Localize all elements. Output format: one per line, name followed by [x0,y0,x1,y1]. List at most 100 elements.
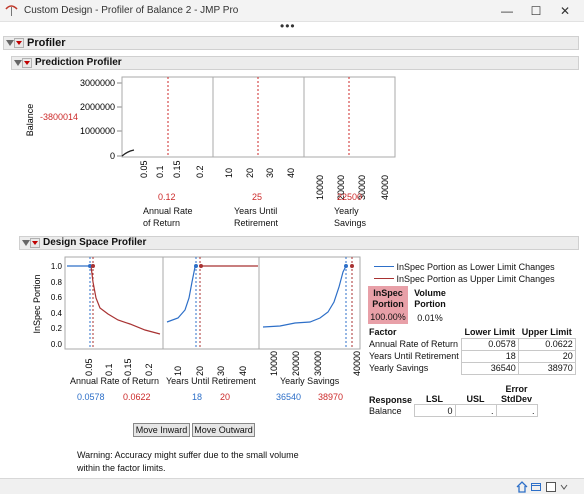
ds-years-lower-handle[interactable] [194,264,198,268]
pp-x-tick: 10000 [315,175,325,200]
pp-rate-label-2: of Return [143,218,181,228]
red-triangle-menu-icon[interactable] [22,58,32,68]
pp-savings-current[interactable]: 22500 [337,192,362,202]
disclosure-icon[interactable] [14,60,22,66]
pp-rate-current[interactable]: 0.12 [158,192,176,202]
pp-y-tick: 2000000 [80,102,115,112]
table-row: Annual Rate of Return 0.0578 0.0622 [367,337,576,351]
usl-cell[interactable]: . [454,404,497,417]
menu-dots-icon[interactable]: ••• [280,19,296,33]
lower-limit-cell[interactable]: 18 [460,349,519,363]
ds-savings-lower[interactable]: 36540 [276,392,301,402]
window-title: Custom Design - Profiler of Balance 2 - … [24,5,239,16]
ds-rate-upper[interactable]: 0.0622 [123,392,151,402]
error-header: Error [505,384,528,394]
ds-savings-lower-handle[interactable] [344,264,348,268]
lower-limit-cell[interactable]: 0.0578 [460,337,519,351]
ds-savings-upper[interactable]: 38970 [318,392,343,402]
pp-x-tick: 40 [286,168,296,178]
lsl-cell[interactable]: 0 [413,404,456,417]
ds-panel-savings[interactable] [258,256,361,350]
pp-x-tick: 40000 [380,175,390,200]
move-inward-button[interactable]: Move Inward [133,423,190,437]
ds-y-tick: 0.4 [51,309,63,318]
jmp-app-icon [5,5,18,16]
prediction-profiler-plot[interactable]: Balance -3800014 3000000 2000000 1000000… [0,72,584,232]
legend-upper-marker [374,278,394,279]
ds-x-tick: 30000 [313,351,323,376]
error-stddev-cell[interactable]: . [495,404,538,417]
disclosure-icon[interactable] [6,40,14,46]
ds-x-tick: 0.1 [104,363,114,376]
profiler-outline: Profiler [3,36,579,50]
legend-lower-marker [374,266,394,267]
ds-years-upper-handle[interactable] [199,264,203,268]
ds-x-tick: 20000 [291,351,301,376]
red-triangle-menu-icon[interactable] [14,38,24,48]
ds-x-tick: 30 [216,366,226,376]
table-row: Years Until Retirement 18 20 [367,349,576,363]
pp-savings-label-1: Yearly [334,206,359,216]
upper-limit-cell[interactable]: 0.0622 [517,337,576,351]
red-triangle-menu-icon[interactable] [30,238,40,248]
ds-panel-rate[interactable] [64,256,164,350]
design-space-profiler-title: Design Space Profiler [43,237,147,248]
factor-name: Yearly Savings [369,363,429,373]
upper-limit-cell[interactable]: 20 [517,349,576,363]
ds-rate-upper-handle[interactable] [91,264,95,268]
ds-x-tick: 0.2 [144,363,154,376]
prediction-profiler-outline: Prediction Profiler [11,56,579,70]
volume-value: 0.01% [417,313,443,323]
upper-limit-cell[interactable]: 38970 [517,361,576,375]
disclosure-icon[interactable] [22,240,30,246]
ds-x-tick: 10000 [269,351,279,376]
ds-x-tick: 0.15 [123,358,133,376]
status-bar [0,478,584,494]
ds-y-tick: 0.8 [51,278,63,287]
ds-years-upper[interactable]: 20 [220,392,230,402]
inspec-header-2: Portion [372,299,404,309]
warning-text-1: Warning: Accuracy might suffer due to th… [77,450,299,460]
ds-rate-lower[interactable]: 0.0578 [77,392,105,402]
home-icon[interactable] [516,481,528,493]
factor-name: Annual Rate of Return [369,339,459,349]
minimize-button[interactable]: — [494,2,520,20]
error-stddev-col-header: Error StdDev [496,384,538,405]
response-table: Response LSL USL Error StdDev Balance 0 … [367,384,538,417]
chevron-down-icon[interactable] [560,483,568,491]
factor-col-header: Factor [367,326,462,338]
inspec-header: InSpec Portion [368,286,408,312]
pp-y-tick: 0 [110,151,115,161]
ds-y-tick: 0.6 [51,293,63,302]
close-button[interactable]: ✕ [552,2,578,20]
legend-upper-label: InSpec Portion as Upper Limit Changes [396,274,555,284]
lower-limit-cell[interactable]: 36540 [460,361,519,375]
response-col-header: Response [367,384,415,405]
ds-x-tick: 10 [173,366,183,376]
checkbox-icon[interactable] [545,481,557,493]
design-space-profiler-plot[interactable]: InSpec Portion 1.0 0.8 0.6 0.4 0.2 0.0 0… [0,252,370,376]
factor-name: Years Until Retirement [369,351,459,361]
ds-x-tick: 0.05 [84,358,94,376]
pp-y-tick: 1000000 [80,126,115,136]
move-outward-button[interactable]: Move Outward [192,423,255,437]
design-space-profiler-outline: Design Space Profiler [19,236,579,250]
ds-years-lower[interactable]: 18 [192,392,202,402]
legend-lower: InSpec Portion as Lower Limit Changes [374,262,555,272]
maximize-button[interactable]: ☐ [523,2,549,20]
legend-lower-label: InSpec Portion as Lower Limit Changes [396,262,555,272]
pp-x-tick: 20 [245,168,255,178]
pp-years-current[interactable]: 25 [252,192,262,202]
stddev-header: StdDev [501,394,533,404]
prediction-profiler-title: Prediction Profiler [35,57,122,68]
ds-savings-label: Yearly Savings [280,376,340,386]
ds-savings-upper-handle[interactable] [350,264,354,268]
ds-x-tick: 40 [238,366,248,376]
pp-y-label: Balance [25,104,35,137]
lower-limit-col-header: Lower Limit [461,326,519,338]
window-list-icon[interactable] [530,481,542,493]
pp-y-current: -3800014 [40,112,78,122]
ds-x-tick: 20 [195,366,205,376]
ds-panel-years[interactable] [162,256,260,350]
inspec-header-1: InSpec [373,288,403,298]
